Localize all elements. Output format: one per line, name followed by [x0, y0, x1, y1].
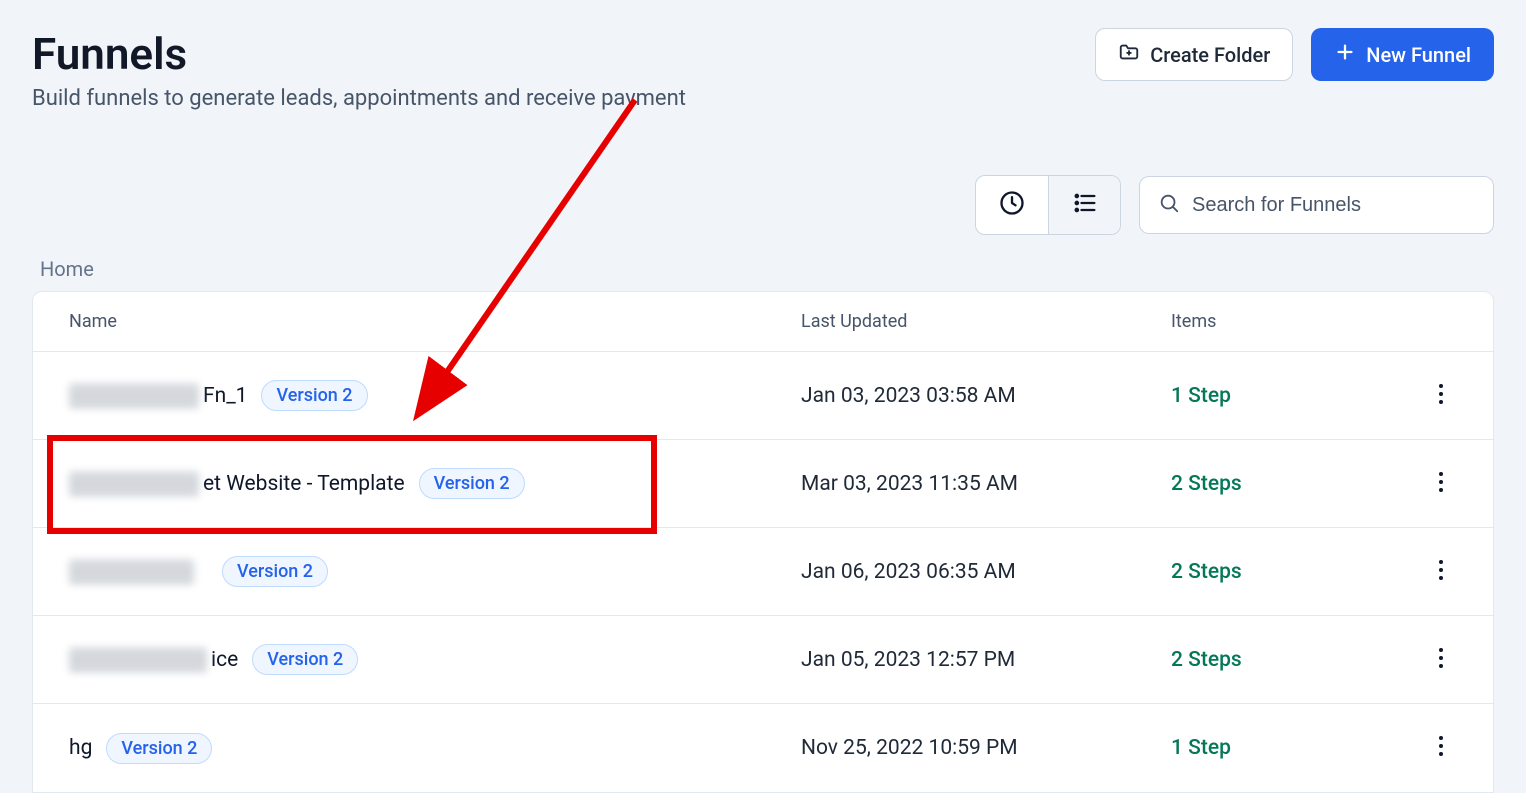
list-icon: [1071, 189, 1099, 221]
more-vertical-icon: [1438, 735, 1444, 761]
funnel-name-cell: hg Version 2: [69, 733, 801, 764]
funnel-name: hg: [69, 736, 92, 760]
clock-icon: [998, 189, 1026, 221]
version-badge: Version 2: [261, 380, 367, 411]
folder-plus-icon: [1118, 41, 1140, 68]
funnel-name: et Website - Template: [203, 472, 405, 496]
breadcrumb[interactable]: Home: [32, 257, 1494, 281]
plus-icon: [1334, 41, 1356, 68]
funnel-items: 2 Steps: [1171, 472, 1371, 496]
version-badge: Version 2: [252, 644, 358, 675]
recent-view-toggle[interactable]: [976, 176, 1048, 234]
funnel-items: 2 Steps: [1171, 560, 1371, 584]
funnel-name: ice: [211, 648, 238, 672]
funnels-table: Name Last Updated Items Fn_1 Version 2 J…: [32, 291, 1494, 793]
funnel-name: Fn_1: [203, 384, 247, 408]
version-badge: Version 2: [222, 556, 328, 587]
create-folder-label: Create Folder: [1150, 43, 1270, 67]
version-badge: Version 2: [419, 468, 525, 499]
funnel-items: 2 Steps: [1171, 648, 1371, 672]
row-more-button[interactable]: [1425, 468, 1457, 500]
funnel-name-cell: Fn_1 Version 2: [69, 380, 801, 411]
redacted-text: [69, 384, 199, 408]
table-row[interactable]: hg Version 2 Nov 25, 2022 10:59 PM 1 Ste…: [33, 704, 1493, 792]
create-folder-button[interactable]: Create Folder: [1095, 28, 1293, 81]
page-subtitle: Build funnels to generate leads, appoint…: [32, 86, 686, 111]
new-funnel-label: New Funnel: [1366, 43, 1471, 67]
search-input[interactable]: [1192, 194, 1475, 217]
redacted-text: [69, 648, 207, 672]
funnel-updated: Jan 03, 2023 03:58 AM: [801, 384, 1171, 408]
table-header-row: Name Last Updated Items: [33, 292, 1493, 352]
funnel-name-cell: et Website - Template Version 2: [69, 468, 801, 499]
page-title: Funnels: [32, 28, 686, 80]
more-vertical-icon: [1438, 471, 1444, 497]
table-row[interactable]: ice Version 2 Jan 05, 2023 12:57 PM 2 St…: [33, 616, 1493, 704]
row-more-button[interactable]: [1425, 380, 1457, 412]
search-field-wrapper[interactable]: [1139, 176, 1494, 234]
funnel-updated: Jan 05, 2023 12:57 PM: [801, 648, 1171, 672]
row-more-button[interactable]: [1425, 644, 1457, 676]
funnel-items: 1 Step: [1171, 384, 1371, 408]
redacted-text: [69, 560, 194, 584]
row-more-button[interactable]: [1425, 556, 1457, 588]
funnel-updated: Nov 25, 2022 10:59 PM: [801, 736, 1171, 760]
row-more-button[interactable]: [1425, 732, 1457, 764]
funnel-updated: Mar 03, 2023 11:35 AM: [801, 472, 1171, 496]
funnel-items: 1 Step: [1171, 736, 1371, 760]
search-icon: [1158, 192, 1180, 218]
new-funnel-button[interactable]: New Funnel: [1311, 28, 1494, 81]
col-updated: Last Updated: [801, 311, 1171, 332]
more-vertical-icon: [1438, 383, 1444, 409]
table-row[interactable]: et Website - Template Version 2 Mar 03, …: [33, 440, 1493, 528]
col-items: Items: [1171, 311, 1371, 332]
funnel-name-cell: Version 2: [69, 556, 801, 587]
funnel-name-cell: ice Version 2: [69, 644, 801, 675]
funnel-updated: Jan 06, 2023 06:35 AM: [801, 560, 1171, 584]
redacted-text: [69, 472, 199, 496]
more-vertical-icon: [1438, 647, 1444, 673]
table-row[interactable]: Fn_1 Version 2 Jan 03, 2023 03:58 AM 1 S…: [33, 352, 1493, 440]
col-name: Name: [69, 311, 801, 332]
table-row[interactable]: Version 2 Jan 06, 2023 06:35 AM 2 Steps: [33, 528, 1493, 616]
more-vertical-icon: [1438, 559, 1444, 585]
list-view-toggle[interactable]: [1048, 176, 1120, 234]
view-toggle-group: [975, 175, 1121, 235]
version-badge: Version 2: [106, 733, 212, 764]
